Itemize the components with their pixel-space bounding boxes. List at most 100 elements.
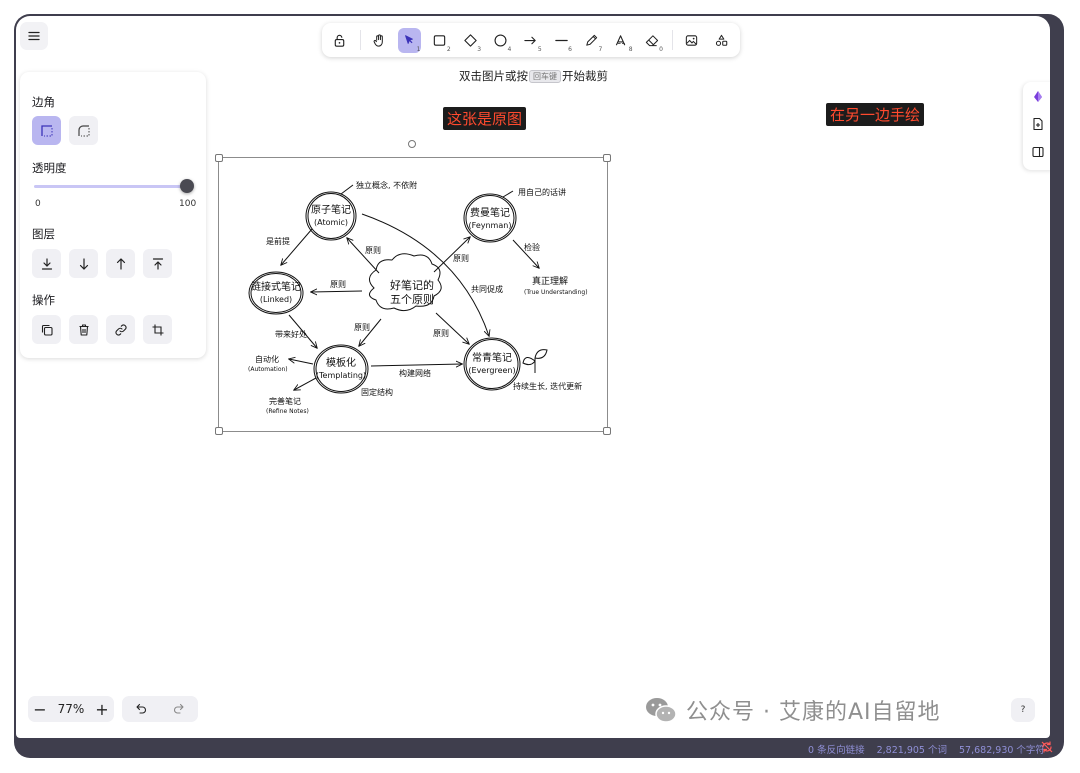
- feynman-label-en: (Feynman): [469, 221, 512, 230]
- link-button[interactable]: [106, 315, 135, 344]
- atomic-circle: [305, 191, 357, 241]
- crop-button[interactable]: [143, 315, 172, 344]
- line-icon: [554, 39, 568, 41]
- shortcut-hint: 1: [416, 45, 421, 53]
- tool-text[interactable]: 8: [610, 28, 634, 53]
- note-refine-en: (Refine Notes): [266, 408, 309, 415]
- bring-forward-button[interactable]: [106, 249, 135, 278]
- linked-circle: [248, 271, 304, 315]
- note-own-words: 用自己的话讲: [518, 187, 566, 197]
- plugin-button[interactable]: [1023, 82, 1050, 110]
- tool-line[interactable]: 6: [549, 28, 573, 53]
- properties-panel: 边角 透明度 0 100 图层 操作: [20, 72, 206, 358]
- wechat-icon: [646, 698, 677, 723]
- shortcut-hint: 6: [568, 45, 572, 53]
- unlock-icon: [335, 34, 345, 47]
- evergreen-circle: [463, 337, 521, 391]
- sync-error-icon[interactable]: [1040, 740, 1054, 754]
- note-understanding-en: (True Understanding): [524, 289, 588, 296]
- evergreen-label-en: (Evergreen): [468, 366, 515, 375]
- opacity-slider-thumb[interactable]: [180, 179, 194, 193]
- selected-image[interactable]: 好笔记的 五个原则 原子笔记 (Atomic) 费曼笔记 (Feynman) 链…: [218, 157, 608, 432]
- opacity-max-label: 100: [179, 199, 197, 209]
- tool-eraser[interactable]: 0: [640, 28, 664, 53]
- word-count: 2,821,905 个词: [876, 745, 947, 756]
- zoom-in-button[interactable]: +: [90, 696, 114, 722]
- tool-hand[interactable]: [367, 28, 391, 53]
- tool-ellipse[interactable]: 4: [489, 28, 513, 53]
- rotation-handle[interactable]: [408, 140, 416, 148]
- tool-draw[interactable]: 7: [579, 28, 603, 53]
- bring-to-front-button[interactable]: [143, 249, 172, 278]
- shapes-library-icon: [715, 34, 728, 46]
- sidebar-icon: [1032, 146, 1044, 158]
- tool-library[interactable]: [710, 28, 734, 53]
- corner-sharp-button[interactable]: [32, 116, 61, 145]
- templating-circle: [313, 344, 369, 394]
- tool-image[interactable]: [679, 28, 703, 53]
- right-sidebar: [1023, 82, 1050, 170]
- sprout-icon: [522, 349, 548, 373]
- zoom-out-button[interactable]: −: [28, 696, 52, 722]
- undo-button[interactable]: [122, 696, 160, 722]
- note-refine: 完善笔记: [269, 396, 301, 406]
- shortcut-hint: 3: [477, 45, 482, 53]
- feynman-label: 费曼笔记: [470, 206, 510, 219]
- tool-diamond[interactable]: 3: [458, 28, 482, 53]
- note-network: 构建网络: [399, 368, 431, 378]
- backlinks-count[interactable]: 0 条反向链接: [808, 745, 865, 756]
- hint-text-before: 双击图片或按: [459, 69, 528, 83]
- redo-button[interactable]: [160, 696, 198, 722]
- note-principle-2: 原则: [453, 253, 469, 263]
- delete-button[interactable]: [69, 315, 98, 344]
- toolbar-divider: [360, 30, 362, 50]
- note-automation-en: (Automation): [248, 366, 288, 373]
- resize-handle-sw[interactable]: [215, 427, 223, 435]
- resize-handle-nw[interactable]: [215, 154, 223, 162]
- note-verify: 检验: [524, 242, 540, 252]
- original-image-label[interactable]: 这张是原图: [443, 107, 527, 130]
- cursor-arrow-icon: [405, 35, 414, 44]
- shortcut-hint: 5: [537, 45, 542, 53]
- note-understanding: 真正理解: [532, 275, 568, 287]
- status-bar: 0 条反向链接 2,821,905 个词 57,682,930 个字符: [808, 742, 1054, 756]
- hint-key: 回车键: [529, 70, 561, 83]
- rectangle-icon: [434, 34, 446, 46]
- crop-hint: 双击图片或按 回车键 开始裁剪: [459, 68, 608, 84]
- send-backward-button[interactable]: [69, 249, 98, 278]
- shortcut-hint: 4: [507, 45, 512, 53]
- toggle-sidebar-button[interactable]: [1023, 138, 1050, 166]
- zoom-level[interactable]: 77%: [52, 702, 90, 716]
- tool-rectangle[interactable]: 2: [428, 28, 452, 53]
- sharp-corner-icon: [40, 124, 52, 136]
- templating-label: 模板化: [326, 356, 356, 369]
- ellipse-icon: [494, 33, 507, 47]
- whiteboard-canvas[interactable]: 1 2 3 4 5 6 7 8 0 双击图片或按 回车键 开始裁剪 边角 透明度…: [16, 16, 1050, 738]
- arrow-down-icon: [79, 257, 88, 270]
- main-menu-button[interactable]: [20, 22, 48, 50]
- tool-arrow[interactable]: 5: [519, 28, 543, 53]
- shortcut-hint: 2: [446, 45, 451, 53]
- opacity-slider-track[interactable]: [34, 185, 188, 188]
- history-controls: [122, 696, 198, 722]
- round-corner-icon: [77, 124, 89, 136]
- linked-label-en: (Linked): [260, 295, 292, 304]
- duplicate-button[interactable]: [32, 315, 61, 344]
- hand-drawn-label[interactable]: 在另一边手绘: [826, 103, 925, 126]
- arrow-right-icon: [524, 36, 536, 44]
- bring-to-front-icon: [152, 257, 163, 270]
- tool-lock[interactable]: [328, 28, 352, 53]
- image-icon: [685, 34, 697, 46]
- hand-icon: [373, 33, 383, 47]
- resize-handle-se[interactable]: [603, 427, 611, 435]
- tool-select[interactable]: 1: [397, 27, 422, 53]
- shortcut-hint: 7: [598, 45, 603, 53]
- hamburger-icon: [28, 31, 40, 41]
- corner-round-button[interactable]: [69, 116, 98, 145]
- send-to-back-button[interactable]: [32, 249, 61, 278]
- help-button[interactable]: ?: [1011, 698, 1035, 722]
- resize-handle-ne[interactable]: [603, 154, 611, 162]
- arrow-up-icon: [116, 257, 125, 270]
- center-title-1: 好笔记的: [390, 278, 434, 292]
- new-file-button[interactable]: [1023, 110, 1050, 138]
